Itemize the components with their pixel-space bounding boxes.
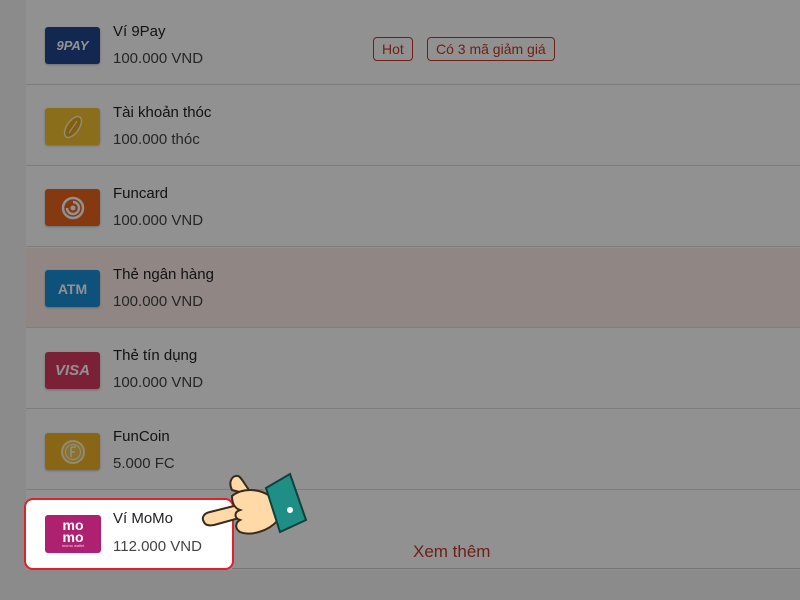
method-amount: 112.000 VND — [113, 538, 202, 555]
momo-logo-line2: mo — [62, 529, 84, 545]
momo-logo-icon: mo mo momo wallet — [45, 515, 101, 553]
pointing-hand-icon — [201, 472, 308, 535]
momo-logo-sub: momo wallet — [61, 543, 85, 548]
method-name: Ví MoMo — [113, 510, 174, 527]
